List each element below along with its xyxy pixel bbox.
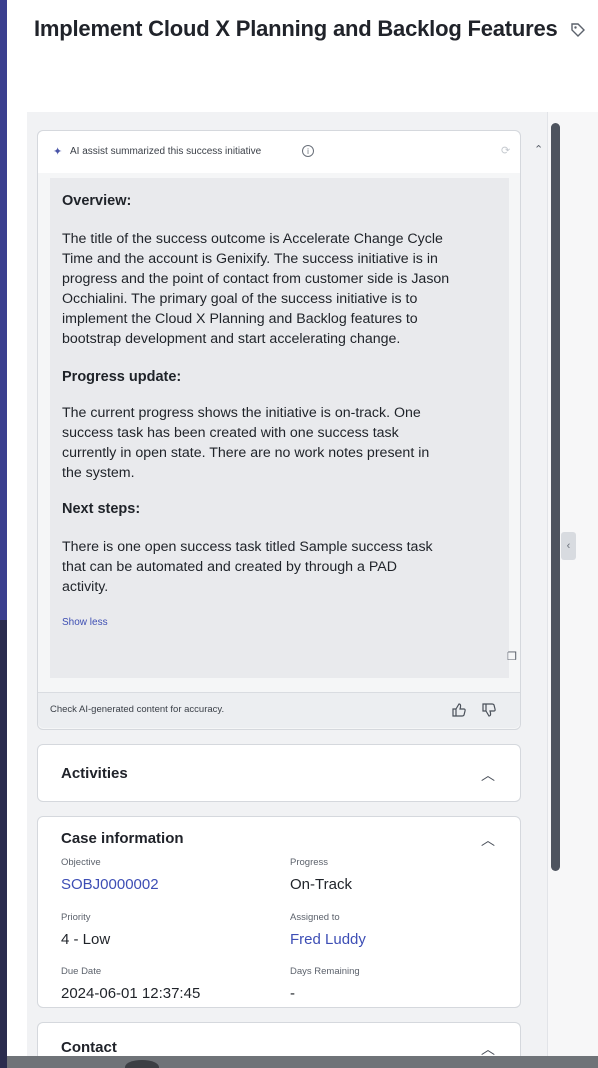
case-information-title: Case information bbox=[61, 830, 184, 847]
chevron-left-icon: ‹ bbox=[566, 540, 571, 552]
ai-summary-label: AI assist summarized this success initia… bbox=[70, 146, 262, 157]
progress-value: On-Track bbox=[290, 876, 352, 893]
tag-icon[interactable] bbox=[569, 21, 587, 39]
thumbs-down-icon[interactable] bbox=[481, 702, 497, 718]
sparkle-icon: ✦ bbox=[53, 146, 63, 158]
copy-icon[interactable]: ❐ bbox=[507, 650, 517, 663]
due-date-value: 2024-06-01 12:37:45 bbox=[61, 985, 201, 1002]
avatar bbox=[125, 1060, 159, 1068]
info-icon[interactable]: i bbox=[302, 145, 314, 157]
collapse-panel-button[interactable]: ‹ bbox=[561, 532, 576, 560]
progress-line: currently in open state. There are no wo… bbox=[62, 445, 430, 461]
contact-title: Contact bbox=[61, 1039, 117, 1056]
progress-label: Progress bbox=[290, 857, 329, 868]
overview-line: implement the Cloud X Planning and Backl… bbox=[62, 311, 418, 327]
show-less-link[interactable]: Show less bbox=[62, 617, 108, 628]
next-steps-line: activity. bbox=[62, 579, 109, 595]
assigned-to-label: Assigned to bbox=[290, 912, 340, 923]
activities-title: Activities bbox=[61, 765, 128, 782]
overview-line: Time and the account is Genixify. The su… bbox=[62, 251, 438, 267]
chevron-up-icon[interactable]: ︿ bbox=[481, 830, 495, 850]
chevron-up-icon[interactable]: ︿ bbox=[481, 765, 495, 785]
next-steps-line: There is one open success task titled Sa… bbox=[62, 539, 433, 555]
record-header: Implement Cloud X Planning and Backlog F… bbox=[7, 0, 598, 112]
thumbs-up-icon[interactable] bbox=[451, 702, 467, 718]
overview-heading: Overview: bbox=[62, 193, 132, 209]
next-steps-text: There is one open success task titled Sa… bbox=[62, 537, 492, 597]
overview-line: The title of the success outcome is Acce… bbox=[62, 231, 443, 247]
left-rail-lower bbox=[0, 620, 7, 1068]
priority-value: 4 - Low bbox=[61, 931, 111, 948]
ai-summary-header[interactable]: ✦ AI assist summarized this success init… bbox=[38, 131, 543, 173]
progress-text: The current progress shows the initiativ… bbox=[62, 403, 492, 483]
assigned-to-link[interactable]: Fred Luddy bbox=[290, 931, 366, 948]
overview-text: The title of the success outcome is Acce… bbox=[62, 229, 492, 349]
next-steps-line: that can be automated and created by thr… bbox=[62, 559, 397, 575]
progress-line: the system. bbox=[62, 465, 135, 481]
bottom-bar bbox=[7, 1056, 598, 1068]
progress-line: The current progress shows the initiativ… bbox=[62, 405, 421, 421]
ai-disclaimer: Check AI-generated content for accuracy. bbox=[50, 704, 225, 715]
due-date-label: Due Date bbox=[61, 966, 102, 977]
chevron-up-icon[interactable]: ⌃ bbox=[534, 143, 543, 156]
overview-line: bootstrap development and start accelera… bbox=[62, 331, 401, 347]
days-remaining-label: Days Remaining bbox=[290, 966, 360, 977]
overview-line: Occhialini. The primary goal of the succ… bbox=[62, 291, 418, 307]
next-steps-heading: Next steps: bbox=[62, 501, 141, 517]
page-title: Implement Cloud X Planning and Backlog F… bbox=[34, 16, 558, 41]
objective-link[interactable]: SOBJ0000002 bbox=[61, 876, 159, 893]
priority-label: Priority bbox=[61, 912, 91, 923]
overview-line: progress and the point of contact from c… bbox=[62, 271, 450, 287]
scrollbar-thumb[interactable] bbox=[551, 123, 560, 871]
progress-heading: Progress update: bbox=[62, 369, 182, 385]
days-remaining-value: - bbox=[290, 985, 295, 1002]
progress-line: success task has been created with one s… bbox=[62, 425, 399, 441]
objective-label: Objective bbox=[61, 857, 101, 868]
refresh-icon[interactable]: ⟳ bbox=[501, 144, 510, 157]
